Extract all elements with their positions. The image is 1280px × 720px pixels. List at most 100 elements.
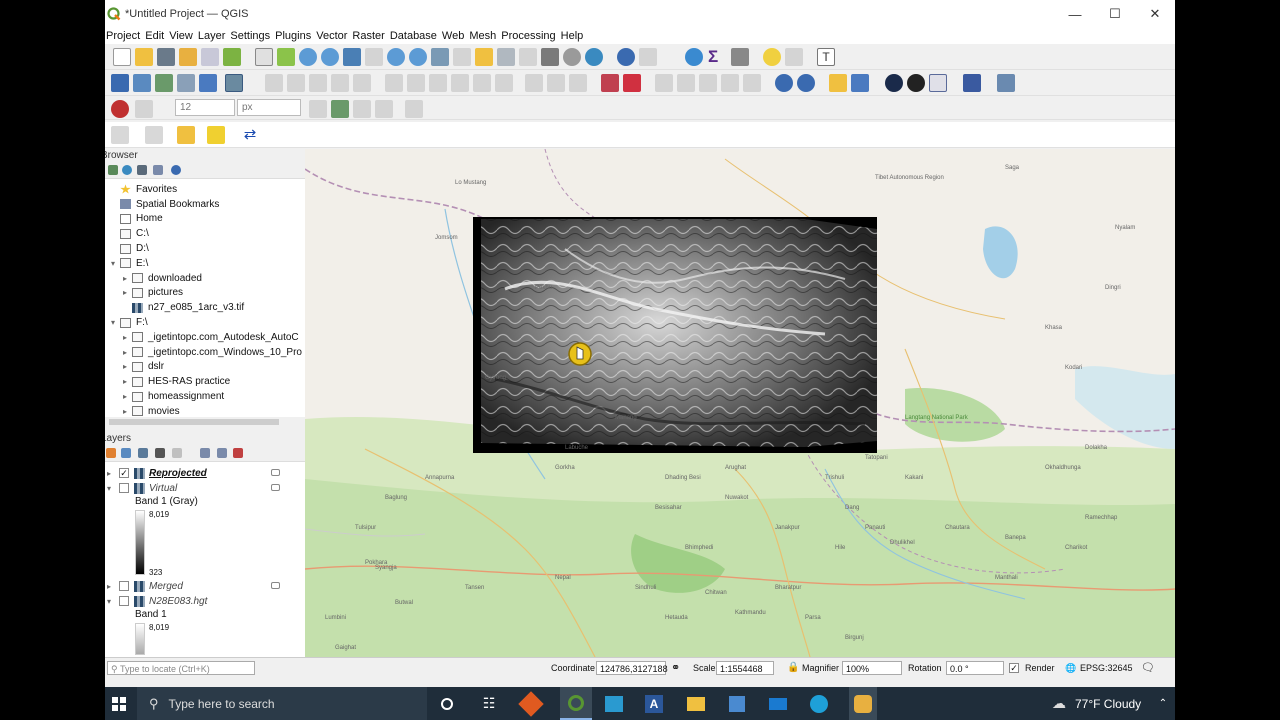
new-print-layout-icon[interactable] — [179, 48, 197, 66]
layer-visibility-checkbox[interactable] — [119, 483, 129, 493]
menu-edit[interactable]: Edit — [145, 30, 164, 42]
minimize-button[interactable]: — — [1055, 0, 1095, 28]
settings-gear-icon[interactable] — [685, 48, 703, 66]
locator-search-input[interactable]: ⚲ Type to locate (Ctrl+K) — [107, 661, 255, 675]
taskbar-maps-icon[interactable] — [602, 687, 626, 720]
scale-dropdown[interactable]: 1:1554468 — [716, 661, 774, 675]
taskbar-paint-icon[interactable] — [849, 687, 877, 720]
identify-icon[interactable] — [617, 48, 635, 66]
switch-icon[interactable]: ⇄ — [241, 126, 259, 144]
copy-features-icon[interactable] — [429, 74, 447, 92]
magnifier-spinbox[interactable]: 100% — [842, 661, 902, 675]
tray-chevron-icon[interactable]: ⌃ — [1155, 687, 1171, 720]
expand-arrow-icon[interactable]: ▸ — [121, 348, 129, 357]
snap-options-icon[interactable] — [405, 100, 423, 118]
wms-icon[interactable] — [775, 74, 793, 92]
new-3d-view-icon[interactable] — [497, 48, 515, 66]
simplify-feature-icon[interactable] — [699, 74, 717, 92]
layer-collapse-arrow-icon[interactable]: ▾ — [107, 484, 119, 493]
layer-collapse-arrow-icon[interactable]: ▾ — [107, 597, 119, 606]
layer-indicator-icon[interactable] — [271, 582, 280, 589]
measure-icon[interactable] — [731, 48, 749, 66]
plugin-globe-icon[interactable] — [885, 74, 903, 92]
refresh-browser-icon[interactable] — [122, 165, 132, 175]
toggle-editing-icon[interactable] — [287, 74, 305, 92]
statistics-sigma-icon[interactable]: Σ — [708, 48, 726, 66]
data-source-manager-icon[interactable] — [111, 74, 129, 92]
add-part-icon[interactable] — [743, 74, 761, 92]
render-checkbox[interactable]: ✓ — [1009, 663, 1019, 673]
expand-arrow-icon[interactable]: ▸ — [121, 288, 129, 297]
snap-intersection-icon[interactable] — [353, 100, 371, 118]
delete-selected-icon[interactable] — [385, 74, 403, 92]
taskbar-search-box[interactable]: ⚲ Type here to search — [137, 687, 427, 720]
collapse-all-layers-icon[interactable] — [217, 448, 227, 458]
layer-visibility-checkbox[interactable]: ✓ — [119, 468, 129, 478]
cut-features-icon[interactable] — [407, 74, 425, 92]
layer-row-merged[interactable]: ▸ Merged — [107, 579, 183, 593]
zoom-out-icon[interactable] — [321, 48, 339, 66]
select-features-icon[interactable] — [111, 126, 129, 144]
menu-raster[interactable]: Raster — [352, 30, 384, 42]
filter-browser-icon[interactable] — [137, 165, 147, 175]
new-map-view-icon[interactable] — [475, 48, 493, 66]
rotate-feature-icon[interactable] — [677, 74, 695, 92]
edge-icon[interactable] — [807, 687, 831, 720]
collapse-arrow-icon[interactable]: ▾ — [109, 318, 117, 327]
crs-button[interactable]: EPSG:32645 — [1080, 661, 1133, 675]
manage-map-themes-icon[interactable] — [138, 448, 148, 458]
taskbar-qgis-icon[interactable] — [560, 687, 592, 720]
expand-arrow-icon[interactable]: ▸ — [121, 392, 129, 401]
new-project-icon[interactable] — [113, 48, 131, 66]
toggle-extents-icon[interactable]: ⚭ — [671, 661, 683, 675]
undo-icon[interactable] — [473, 74, 491, 92]
plugin-extra-icon[interactable] — [997, 74, 1015, 92]
wfs-icon[interactable] — [797, 74, 815, 92]
properties-icon[interactable] — [171, 165, 181, 175]
menu-layer[interactable]: Layer — [198, 30, 226, 42]
maximize-button[interactable]: ☐ — [1095, 0, 1135, 28]
menu-settings[interactable]: Settings — [230, 30, 270, 42]
zoom-in-icon[interactable] — [299, 48, 317, 66]
filter-by-expression-icon[interactable] — [172, 448, 182, 458]
add-group-icon[interactable] — [121, 448, 131, 458]
menu-mesh[interactable]: Mesh — [469, 30, 496, 42]
magnet-snapping-icon[interactable] — [111, 100, 129, 118]
pan-to-selection-icon[interactable] — [277, 48, 295, 66]
layer-visibility-checkbox[interactable] — [119, 581, 129, 591]
expand-arrow-icon[interactable]: ▸ — [121, 333, 129, 342]
weather-text[interactable]: 77°F Cloudy — [1075, 687, 1141, 720]
add-feature-icon[interactable] — [331, 74, 349, 92]
layer-name[interactable]: N28E083.hgt — [149, 596, 207, 607]
layout-manager-icon[interactable] — [201, 48, 219, 66]
deselect-all-icon[interactable] — [177, 126, 195, 144]
zoom-full-icon[interactable] — [343, 48, 361, 66]
layer-expand-arrow-icon[interactable]: ▸ — [107, 582, 119, 591]
menu-vector[interactable]: Vector — [316, 30, 347, 42]
store-icon[interactable] — [725, 687, 749, 720]
snap-mode-icon[interactable] — [135, 100, 153, 118]
remove-layer-icon[interactable] — [233, 448, 243, 458]
add-selected-icon[interactable] — [108, 165, 118, 175]
layer-visibility-checkbox[interactable] — [119, 596, 129, 606]
zoom-next-icon[interactable] — [453, 48, 471, 66]
tracing-icon[interactable] — [375, 100, 393, 118]
plugin-grid-icon[interactable] — [929, 74, 947, 92]
layer-row-n28e083[interactable]: ▾ N28E083.hgt — [107, 594, 207, 608]
taskbar-word-icon[interactable]: A — [642, 687, 666, 720]
close-button[interactable]: ✕ — [1135, 0, 1175, 28]
add-ring-icon[interactable] — [721, 74, 739, 92]
layer-indicator-icon[interactable] — [271, 469, 280, 476]
open-project-icon[interactable] — [135, 48, 153, 66]
label-tool-icon[interactable] — [525, 74, 543, 92]
label-show-hide-icon[interactable] — [569, 74, 587, 92]
zoom-to-selection-icon[interactable] — [365, 48, 383, 66]
zoom-to-layer-icon[interactable] — [387, 48, 405, 66]
coordinate-field[interactable]: 124786,3127188 — [596, 661, 668, 675]
annotation-icon[interactable] — [785, 48, 803, 66]
collapse-all-icon[interactable] — [153, 165, 163, 175]
windows-start-icon[interactable] — [105, 687, 133, 720]
collapse-arrow-icon[interactable]: ▾ — [109, 259, 117, 268]
save-edits-icon[interactable] — [309, 74, 327, 92]
digitize-shape-icon[interactable] — [601, 74, 619, 92]
